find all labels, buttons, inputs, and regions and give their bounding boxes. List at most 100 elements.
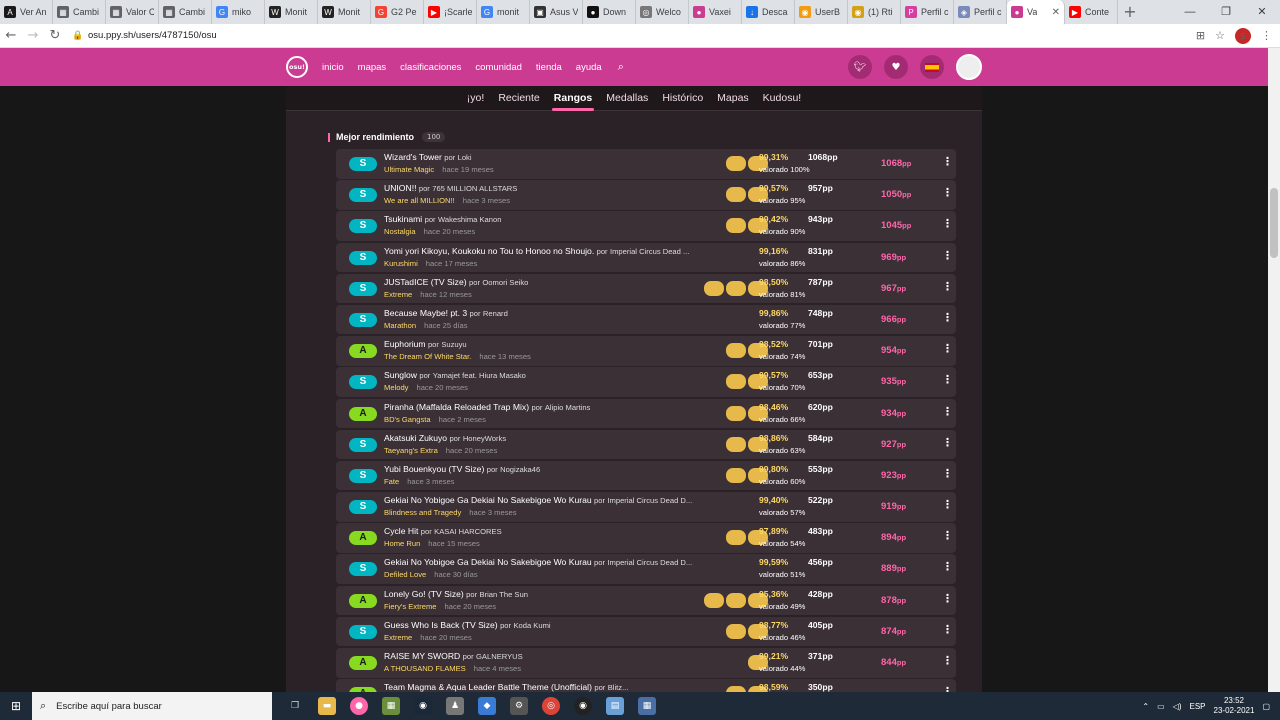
more-options-icon[interactable]: ⋮: [942, 311, 953, 324]
browser-tab[interactable]: W Monit: [318, 0, 371, 24]
profile-subtab[interactable]: Reciente: [498, 92, 539, 104]
difficulty-name[interactable]: Home Run: [384, 539, 420, 548]
browser-tab[interactable]: ● Va ✕: [1007, 0, 1065, 24]
browser-tab[interactable]: ▣ Asus V: [530, 0, 583, 24]
profile-subtab[interactable]: Histórico: [662, 92, 703, 104]
score-title[interactable]: Team Magma & Aqua Leader Battle Theme (U…: [384, 682, 628, 692]
score-row[interactable]: S Sunglow por Yamajet feat. Hiura Masako M…: [336, 367, 956, 397]
score-title[interactable]: Gekiai No Yobigoe Ga Dekiai No Sakebigoe…: [384, 557, 692, 567]
browser-tab[interactable]: G G2 Pe: [371, 0, 424, 24]
difficulty-name[interactable]: Fate: [384, 477, 399, 486]
translate-icon[interactable]: ⊞: [1196, 29, 1205, 42]
score-row[interactable]: S Akatsuki Zukuyo por HoneyWorks Taeyang's…: [336, 429, 956, 460]
more-options-icon[interactable]: ⋮: [942, 436, 953, 449]
more-options-icon[interactable]: ⋮: [942, 529, 953, 542]
more-options-icon[interactable]: ⋮: [942, 280, 953, 293]
browser-tab[interactable]: Gmonit: [477, 0, 530, 24]
reload-icon[interactable]: ↻: [44, 28, 66, 43]
more-options-icon[interactable]: ⋮: [942, 654, 953, 667]
page-scrollbar[interactable]: [1268, 48, 1280, 692]
browser-tab[interactable]: ◉ (1) Rti: [848, 0, 901, 24]
profile-subtab[interactable]: Mapas: [717, 92, 749, 104]
score-row[interactable]: S Gekiai No Yobigoe Ga Dekiai No Sakebigo…: [336, 492, 956, 522]
score-title[interactable]: Lonely Go! (TV Size) por Brian The Sun: [384, 589, 528, 599]
score-row[interactable]: A Euphorium por Suzuyu The Dream Of White …: [336, 336, 956, 366]
score-title[interactable]: Gekiai No Yobigoe Ga Dekiai No Sakebigoe…: [384, 495, 692, 505]
browser-tab[interactable]: ▦ Cambi: [53, 0, 106, 24]
more-options-icon[interactable]: ⋮: [942, 498, 953, 511]
minecraft-icon[interactable]: ▦: [382, 697, 400, 715]
more-options-icon[interactable]: ⋮: [942, 592, 953, 605]
more-options-icon[interactable]: ⋮: [942, 373, 953, 386]
search-icon[interactable]: ⌕: [618, 60, 624, 74]
new-tab-icon[interactable]: +: [1118, 0, 1142, 24]
score-title[interactable]: Sunglow por Yamajet feat. Hiura Masako: [384, 370, 526, 380]
difficulty-name[interactable]: Ultimate Magic: [384, 165, 434, 174]
difficulty-name[interactable]: A THOUSAND FLAMES: [384, 664, 466, 673]
score-title[interactable]: Piranha (Maffalda Reloaded Trap Mix) por…: [384, 402, 590, 412]
game-app-icon[interactable]: ♟: [446, 697, 464, 715]
score-row[interactable]: A RAISE MY SWORD por GALNERYUS A THOUSAND …: [336, 648, 956, 678]
nav-link-ayuda[interactable]: ayuda: [576, 62, 602, 73]
more-options-icon[interactable]: ⋮: [942, 217, 953, 230]
browser-tab[interactable]: Gmiko: [212, 0, 265, 24]
difficulty-name[interactable]: Nostalgia: [384, 227, 416, 236]
task-view-icon[interactable]: ❒: [286, 697, 304, 715]
browser-tab[interactable]: W Monit: [265, 0, 318, 24]
score-title[interactable]: Tsukinami por Wakeshima Kanon: [384, 214, 501, 224]
language-flag-button[interactable]: [920, 55, 944, 79]
browser-tab[interactable]: ● Vaxei: [689, 0, 742, 24]
browser-tab[interactable]: ▶ Conte: [1065, 0, 1118, 24]
settings-app-icon[interactable]: ⚙: [510, 697, 528, 715]
score-row[interactable]: S JUSTadICE (TV Size) por Oomori Seiko Ext…: [336, 273, 956, 304]
score-row[interactable]: S Yomi yori Kikoyu, Koukoku no Tou to Hon…: [336, 242, 956, 273]
score-title[interactable]: Yomi yori Kikoyu, Koukoku no Tou to Hono…: [384, 246, 689, 256]
score-row[interactable]: S Guess Who Is Back (TV Size) por Koda Ku…: [336, 616, 956, 647]
user-avatar[interactable]: [956, 54, 982, 80]
browser-tab[interactable]: A Ver An: [0, 0, 53, 24]
heart-icon[interactable]: ♥: [884, 55, 908, 79]
profile-subtab[interactable]: Rangos: [551, 92, 594, 111]
difficulty-name[interactable]: Taeyang's Extra: [384, 446, 438, 455]
taskbar-search-box[interactable]: ⌕ Escribe aquí para buscar: [32, 692, 272, 720]
more-options-icon[interactable]: ⋮: [942, 249, 953, 262]
browser-tab[interactable]: ▶ ¡Scarle: [424, 0, 477, 24]
more-options-icon[interactable]: ⋮: [942, 155, 953, 168]
difficulty-name[interactable]: Extreme: [384, 290, 412, 299]
difficulty-name[interactable]: The Dream Of White Star.: [384, 352, 471, 361]
url-field[interactable]: 🔒 osu.ppy.sh/users/4787150/osu: [72, 26, 1196, 46]
score-row[interactable]: A Piranha (Maffalda Reloaded Trap Mix) po…: [336, 398, 956, 428]
score-title[interactable]: Euphorium por Suzuyu: [384, 339, 467, 349]
difficulty-name[interactable]: Marathon: [384, 321, 416, 330]
nav-link-inicio[interactable]: inicio: [322, 62, 344, 73]
profile-avatar[interactable]: s: [1235, 27, 1251, 44]
windows-start-icon[interactable]: ⊞: [0, 699, 32, 713]
score-title[interactable]: Wizard's Tower por Loki: [384, 152, 472, 162]
steam-icon[interactable]: ◉: [414, 697, 432, 715]
browser-tab[interactable]: ◎ Welco: [636, 0, 689, 24]
score-title[interactable]: Because Maybe! pt. 3 por Renard: [384, 308, 508, 318]
difficulty-name[interactable]: Melody: [384, 383, 408, 392]
browser-tab[interactable]: ◉ UserB: [795, 0, 848, 24]
more-options-icon[interactable]: ⋮: [942, 623, 953, 636]
profile-subtab[interactable]: Medallas: [606, 92, 648, 104]
browser-tab[interactable]: P Perfil c: [901, 0, 954, 24]
score-row[interactable]: A Lonely Go! (TV Size) por Brian The Sun F…: [336, 585, 956, 616]
nav-link-clasificaciones[interactable]: clasificaciones: [400, 62, 461, 73]
more-options-icon[interactable]: ⋮: [942, 342, 953, 355]
forward-icon[interactable]: →: [22, 28, 44, 43]
obs-icon[interactable]: ◉: [574, 697, 592, 715]
score-row[interactable]: ATeam Magma & Aqua Leader Battle Theme (…: [336, 679, 956, 692]
difficulty-name[interactable]: Fiery's Extreme: [384, 602, 437, 611]
score-title[interactable]: Guess Who Is Back (TV Size) por Koda Kum…: [384, 620, 551, 630]
minimize-icon[interactable]: —: [1172, 0, 1208, 24]
profile-subtab[interactable]: Kudosu!: [763, 92, 802, 104]
score-row[interactable]: A Cycle Hit por KASAI HARCORES Home Run hac…: [336, 523, 956, 553]
chrome-icon[interactable]: ◎: [542, 697, 560, 715]
more-options-icon[interactable]: ⋮: [942, 467, 953, 480]
browser-tab[interactable]: ● Down: [583, 0, 636, 24]
tray-lang[interactable]: ESP: [1190, 702, 1206, 711]
tab-close-icon[interactable]: ✕: [1052, 7, 1060, 18]
score-title[interactable]: Akatsuki Zukuyo por HoneyWorks: [384, 433, 506, 443]
volume-icon[interactable]: ◁): [1173, 702, 1182, 711]
